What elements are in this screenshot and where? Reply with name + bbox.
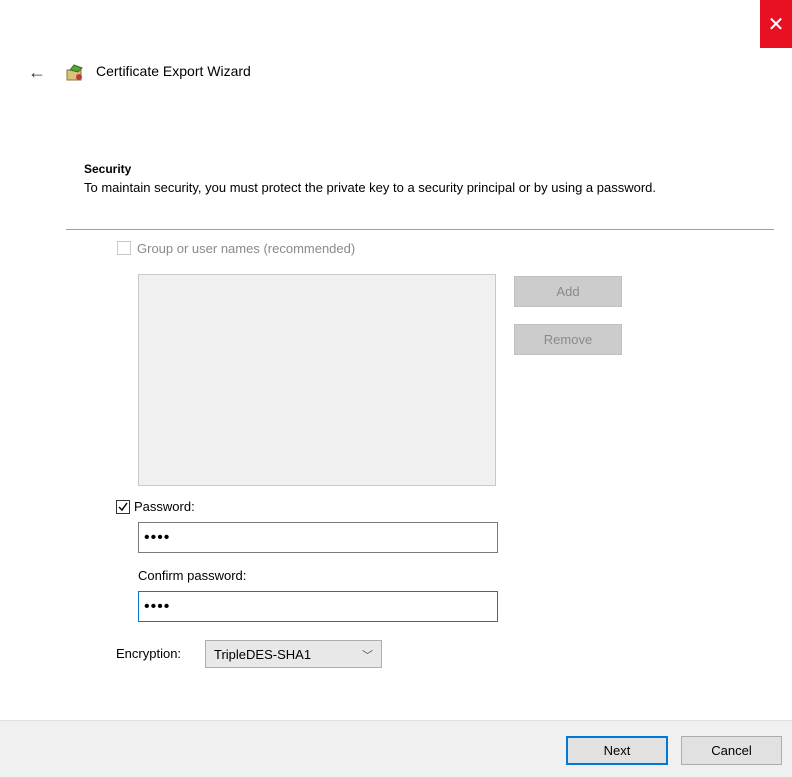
section-description: To maintain security, you must protect t… [84, 180, 657, 195]
group-names-label: Group or user names (recommended) [137, 241, 356, 256]
close-button[interactable]: ✕ [760, 0, 792, 48]
password-checkbox[interactable] [116, 500, 130, 514]
checkmark-icon [118, 502, 128, 512]
cancel-button[interactable]: Cancel [681, 736, 782, 765]
confirm-password-label: Confirm password: [138, 568, 247, 583]
footer-bar [0, 720, 792, 777]
encryption-label: Encryption: [116, 646, 182, 661]
password-input[interactable]: •••• [138, 522, 498, 553]
next-button[interactable]: Next [566, 736, 668, 765]
chevron-down-icon: ﹀ [362, 650, 373, 662]
back-arrow-icon[interactable]: ← [28, 62, 46, 82]
divider [66, 229, 774, 230]
certificate-icon [66, 64, 83, 81]
password-label: Password: [134, 499, 195, 514]
encryption-selected-value: TripleDES-SHA1 [214, 646, 312, 662]
remove-button[interactable]: Remove [514, 324, 622, 355]
encryption-select[interactable]: TripleDES-SHA1 ﹀ [205, 640, 382, 668]
group-names-checkbox[interactable] [117, 241, 131, 255]
group-names-list[interactable] [138, 274, 496, 486]
add-button[interactable]: Add [514, 276, 622, 307]
close-icon: ✕ [767, 13, 785, 36]
section-heading: Security [84, 162, 132, 176]
wizard-title: Certificate Export Wizard [96, 63, 251, 79]
confirm-password-input[interactable]: •••• [138, 591, 498, 622]
